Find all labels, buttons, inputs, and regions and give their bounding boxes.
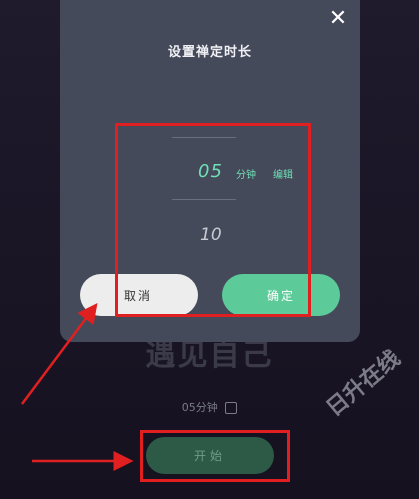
arrow-to-picker bbox=[20, 302, 98, 405]
annotation-arrows bbox=[20, 302, 134, 471]
